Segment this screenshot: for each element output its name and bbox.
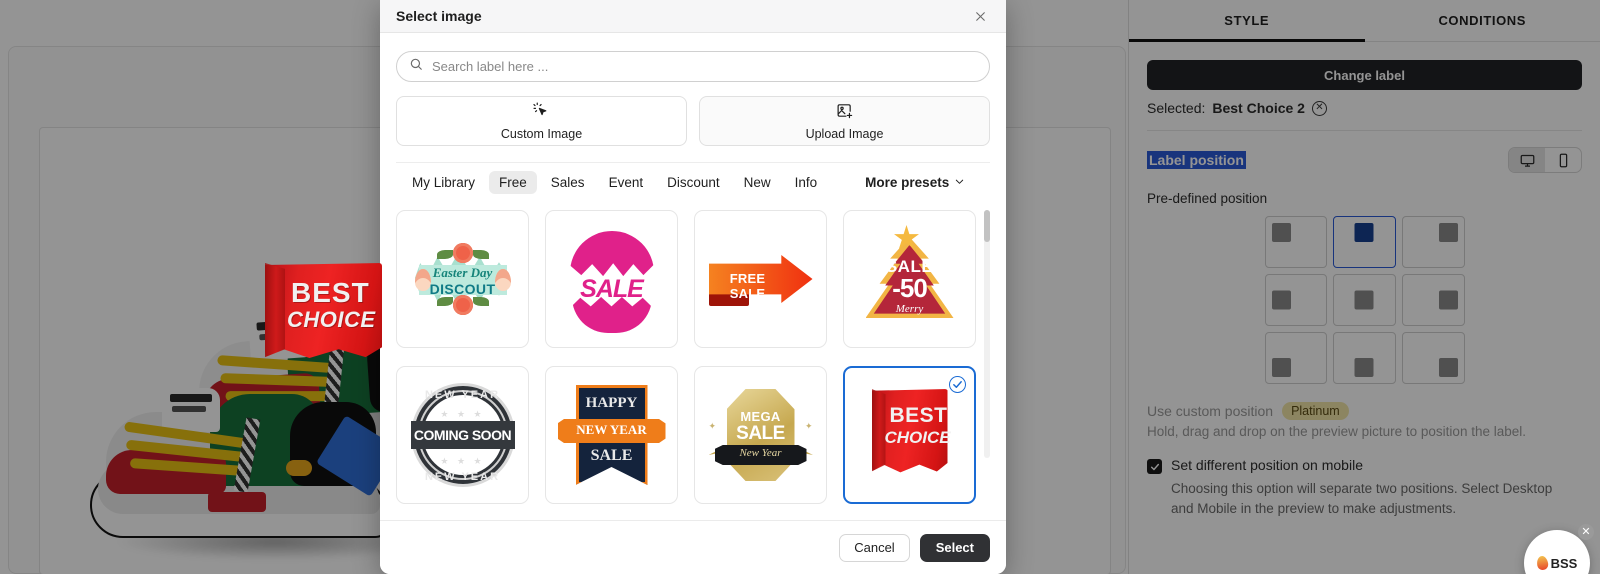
close-icon[interactable]: ✕ [1578,524,1594,540]
free-sale-arrow-art: FREE SALE [707,225,815,333]
modal-title: Select image [396,8,482,24]
tile-text-xmas-merry: Merry [895,303,924,315]
easter-day-discout-art: Easter Day DISCOUT [409,225,517,333]
tile-text-ny-coming-soon: COMING SOON [413,427,512,443]
tile-text-pink-sale: SALE [580,275,644,303]
image-tile-free-sale-arrow[interactable]: FREE SALE [694,210,827,348]
tile-text-choice: CHOICE [884,428,951,447]
cursor-click-icon [533,101,550,124]
image-tile-happy-new-year-sale[interactable]: HAPPY NEW YEAR SALE [545,366,678,504]
image-tile-mega-sale-new-year[interactable]: ✦ ✦ MEGA SALE New Year [694,366,827,504]
modal-body: Custom Image Upload Image My Library Fre… [380,33,1006,520]
more-presets-button[interactable]: More presets [859,171,971,194]
select-button[interactable]: Select [919,533,990,562]
preview-label-line2: CHOICE [287,307,376,332]
image-tile-new-year-coming-soon[interactable]: NEW YEAR ★ ★ ★ COMING SOON ★ ★ ★ NEW YEA… [396,366,529,504]
search-icon [409,57,423,76]
tab-new[interactable]: New [734,171,781,194]
image-upload-icon [836,102,853,124]
tile-text-ny-bottom: NEW YEAR [424,471,501,483]
tab-my-library[interactable]: My Library [402,171,485,194]
mega-sale-new-year-art: ✦ ✦ MEGA SALE New Year [707,381,815,489]
image-grid: Easter Day DISCOUT SALE FREE SALE SALE -… [396,204,976,504]
tile-text-best: BEST [889,404,948,427]
grid-scrollbar-track[interactable] [984,210,990,458]
selected-check-icon [949,376,966,393]
tile-text-mega: MEGA [740,409,781,424]
modal-header: Select image [380,0,1006,33]
cancel-button[interactable]: Cancel [839,533,910,562]
pink-egg-sale-art: SALE [558,225,666,333]
label-fold [265,263,285,358]
select-image-modal: Select image Search label here ... Custo… [380,0,1006,574]
tile-text-easter-line1: Easter Day [432,265,493,280]
tile-text-hny-happy: HAPPY [585,395,638,411]
preview-label-line1: BEST [291,277,370,308]
tile-text-free-sale: FREE SALE [729,271,766,301]
image-source-buttons: Custom Image Upload Image [396,96,990,146]
image-tile-best-choice-2[interactable]: BEST CHOICE [843,366,976,504]
tile-text-hny-sale: SALE [590,447,633,464]
tile-text-easter-line2: DISCOUT [429,281,496,297]
modal-footer: Cancel Select [380,520,1006,574]
grid-scrollbar-thumb[interactable] [984,210,990,242]
best-choice-art: BEST CHOICE [856,381,964,489]
tile-text-ny-top: NEW YEAR [424,389,501,401]
christmas-tree-sale-art: SALE -50 Merry [856,225,964,333]
search-input[interactable] [432,59,977,74]
image-tile-christmas-tree-sale-50[interactable]: SALE -50 Merry [843,210,976,348]
tile-text-hny-newyear: NEW YEAR [576,422,647,437]
upload-image-label: Upload Image [805,126,884,141]
close-icon[interactable] [970,6,990,26]
tab-sales[interactable]: Sales [541,171,595,194]
tile-text-xmas-discount: -50 [892,273,928,303]
chevron-down-icon [954,175,965,190]
bss-brand-text: BSS [1550,555,1578,571]
tab-event[interactable]: Event [599,171,654,194]
bss-support-widget[interactable]: BSS ✕ [1524,524,1594,574]
search-bar[interactable] [396,51,990,82]
custom-image-label: Custom Image [500,126,583,141]
custom-image-button[interactable]: Custom Image [396,96,687,146]
flame-icon [1535,555,1549,571]
tab-free[interactable]: Free [489,171,537,194]
image-grid-scroll-area[interactable]: Easter Day DISCOUT SALE FREE SALE SALE -… [396,204,990,520]
more-presets-label: More presets [865,175,950,190]
image-tile-easter-day-discout[interactable]: Easter Day DISCOUT [396,210,529,348]
category-tabs: My Library Free Sales Event Discount New… [396,163,990,204]
tile-text-mega-newyear: New Year [739,447,782,459]
tab-info[interactable]: Info [785,171,828,194]
tab-discount[interactable]: Discount [657,171,730,194]
upload-image-button[interactable]: Upload Image [699,96,990,146]
tile-text-mega-sale: SALE [736,423,785,444]
preview-label-overlay[interactable]: BEST CHOICE [265,263,382,361]
image-tile-pink-egg-sale[interactable]: SALE [545,210,678,348]
happy-new-year-sale-art: HAPPY NEW YEAR SALE [557,381,666,489]
new-year-coming-soon-art: NEW YEAR ★ ★ ★ COMING SOON ★ ★ ★ NEW YEA… [409,381,517,489]
